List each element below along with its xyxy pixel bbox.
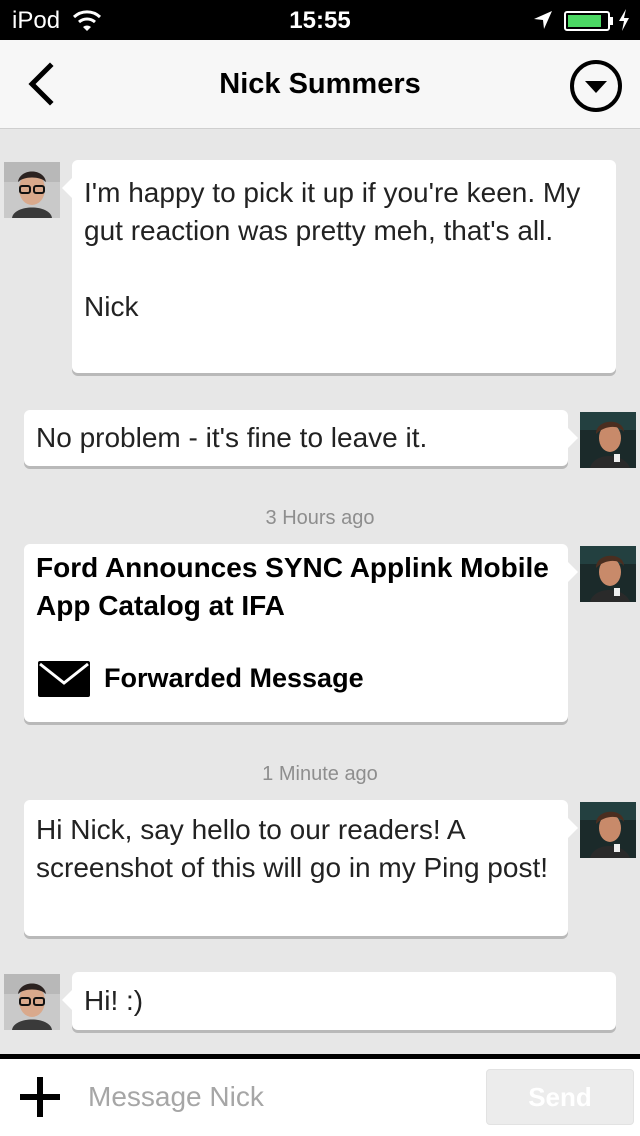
avatar-photo bbox=[4, 162, 60, 218]
avatar-photo bbox=[580, 412, 636, 468]
outgoing-message-bubble[interactable]: Hi Nick, say hello to our readers! A scr… bbox=[24, 800, 578, 936]
message-text: No problem - it's fine to leave it. bbox=[36, 422, 428, 453]
message-composer: Send bbox=[0, 1054, 640, 1136]
conversation-title: Nick Summers bbox=[219, 68, 421, 100]
avatar-photo bbox=[4, 974, 60, 1030]
avatar-photo bbox=[580, 546, 636, 602]
location-arrow-icon bbox=[534, 11, 552, 29]
incoming-message-bubble[interactable]: I'm happy to pick it up if you're keen. … bbox=[62, 160, 616, 373]
status-bar: iPod 15:55 bbox=[0, 0, 640, 40]
options-dropdown-button[interactable] bbox=[569, 59, 623, 113]
contact-avatar[interactable] bbox=[4, 162, 60, 218]
forwarded-message-title: Ford Announces SYNC Applink Mobile App C… bbox=[36, 552, 556, 621]
message-text: I'm happy to pick it up if you're keen. … bbox=[84, 177, 581, 322]
message-text: Hi! :) bbox=[84, 985, 144, 1016]
outgoing-message-bubble[interactable]: No problem - it's fine to leave it. bbox=[24, 410, 578, 466]
charging-icon bbox=[619, 9, 629, 31]
timestamp: 1 Minute ago bbox=[262, 763, 378, 785]
user-avatar[interactable] bbox=[580, 546, 636, 602]
contact-avatar[interactable] bbox=[4, 974, 60, 1030]
message-text: Hi Nick, say hello to our readers! A scr… bbox=[36, 814, 549, 883]
timestamp: 3 Hours ago bbox=[265, 507, 375, 529]
add-attachment-button[interactable] bbox=[20, 1077, 60, 1117]
user-avatar[interactable] bbox=[580, 412, 636, 468]
incoming-message-bubble[interactable]: Hi! :) bbox=[62, 972, 616, 1030]
send-button[interactable]: Send bbox=[486, 1069, 634, 1125]
forwarded-message-label: Forwarded Message bbox=[104, 663, 364, 693]
nav-bar: Nick Summers bbox=[0, 40, 640, 129]
user-avatar[interactable] bbox=[580, 802, 636, 858]
battery-icon bbox=[564, 11, 613, 31]
message-input[interactable] bbox=[88, 1071, 468, 1123]
avatar-photo bbox=[580, 802, 636, 858]
forwarded-message-bubble[interactable]: Ford Announces SYNC Applink Mobile App C… bbox=[24, 544, 578, 722]
envelope-icon bbox=[38, 661, 90, 697]
